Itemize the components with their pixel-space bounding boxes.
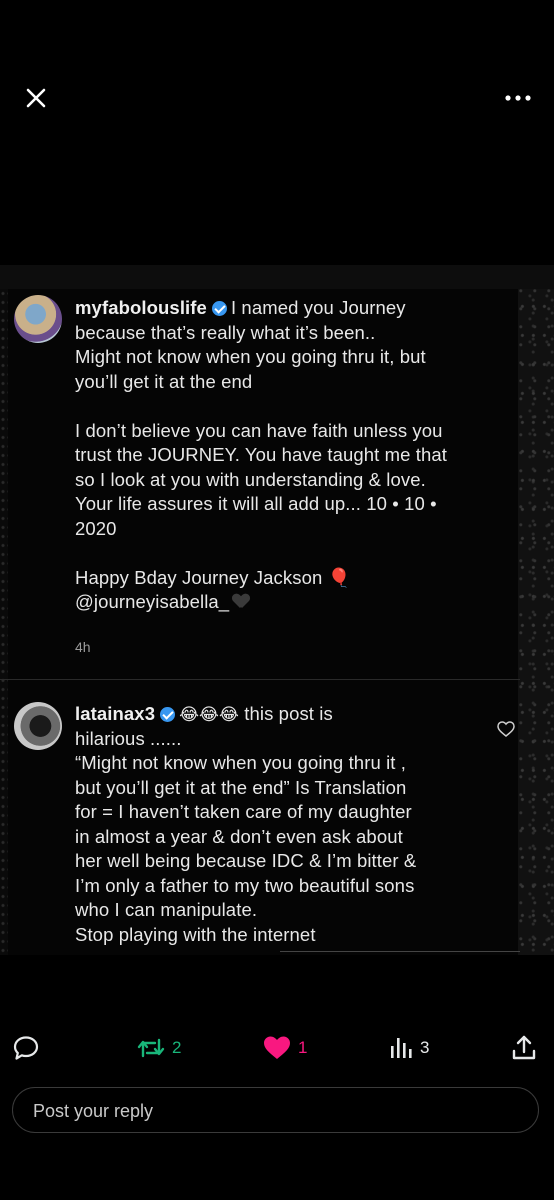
verified-badge-icon xyxy=(211,301,227,316)
comment-line: in almost a year & don’t even ask about xyxy=(75,825,403,847)
share-button[interactable] xyxy=(510,1028,538,1068)
comment-line: for = I haven’t taken care of my daughte… xyxy=(75,801,412,822)
comment-line: I don’t believe you can have faith unles… xyxy=(75,419,443,441)
black-heart-icon xyxy=(233,594,249,610)
comment-line: her well being because IDC & I’m bitter … xyxy=(75,850,417,871)
views-chart-icon xyxy=(391,1038,412,1058)
comment-line: so I look at you with understanding & lo… xyxy=(75,468,426,490)
repost-icon xyxy=(137,1038,165,1058)
comment-line: Your life assures it will all add up... … xyxy=(75,493,437,514)
comment-line: I’m only a father to my two beautiful so… xyxy=(75,874,415,896)
comment-line: this post is xyxy=(244,703,333,724)
avatar xyxy=(14,295,62,343)
repost-count: 2 xyxy=(172,1038,182,1057)
reply-bubble-icon xyxy=(13,1036,39,1060)
comment-line: 2020 xyxy=(75,517,117,539)
comment-line: hilarious ...... xyxy=(75,727,182,749)
comment-line: you’ll get it at the end xyxy=(75,370,253,392)
more-options-icon[interactable] xyxy=(502,86,534,110)
reply-box[interactable] xyxy=(12,1087,539,1134)
comment-text: latainax3 😂😂😂 this post is hilarious ....… xyxy=(75,702,416,947)
like-button[interactable]: 1 xyxy=(262,1028,307,1068)
comment-divider xyxy=(0,679,520,680)
reply-button[interactable] xyxy=(12,1028,40,1068)
comment-text: myfabolouslife I named you Journey becaus… xyxy=(75,296,447,615)
comment-line: I named you Journey xyxy=(230,297,406,318)
action-bar: 2 1 3 xyxy=(0,1028,554,1068)
close-icon[interactable] xyxy=(22,84,50,112)
views-count: 3 xyxy=(420,1038,430,1057)
balloon-icon: 🎈 xyxy=(327,566,351,588)
image-top-band xyxy=(0,265,554,289)
comment-timestamp: 4h xyxy=(75,639,91,655)
comment-like-icon[interactable] xyxy=(497,721,515,737)
comment-line: Happy Bday Journey Jackson xyxy=(75,566,323,588)
reply-input[interactable] xyxy=(31,1088,525,1134)
comment-line: Might not know when you going thru it, b… xyxy=(75,346,426,367)
views-button[interactable]: 3 xyxy=(388,1028,429,1068)
image-left-edge xyxy=(0,289,8,955)
comment-line: Stop playing with the internet xyxy=(75,923,316,945)
heart-icon xyxy=(264,1036,290,1059)
post-image[interactable]: myfabolouslife I named you Journey becaus… xyxy=(0,265,554,955)
mention-link[interactable]: @journeyisabella_ xyxy=(75,591,229,612)
image-bottom-rule xyxy=(280,951,520,952)
share-icon xyxy=(512,1035,536,1060)
comment-username: myfabolouslife xyxy=(75,297,207,318)
media-viewer: myfabolouslife I named you Journey becaus… xyxy=(0,0,554,1200)
verified-badge-icon xyxy=(160,707,176,722)
comment-line: who I can manipulate. xyxy=(75,899,258,920)
comment-line: trust the JOURNEY. You have taught me th… xyxy=(75,444,448,465)
image-right-edge xyxy=(518,289,554,955)
comment-line: because that’s really what it’s been.. xyxy=(75,321,376,343)
laughing-emoji-icon: 😂😂😂 xyxy=(179,705,239,724)
like-count: 1 xyxy=(298,1038,308,1057)
comment-username: latainax3 xyxy=(75,703,156,724)
comment-line: “Might not know when you going thru it , xyxy=(75,752,407,773)
comment-line: but you’ll get it at the end” Is Transla… xyxy=(75,776,407,798)
repost-button[interactable]: 2 xyxy=(136,1028,181,1068)
avatar xyxy=(14,702,62,750)
